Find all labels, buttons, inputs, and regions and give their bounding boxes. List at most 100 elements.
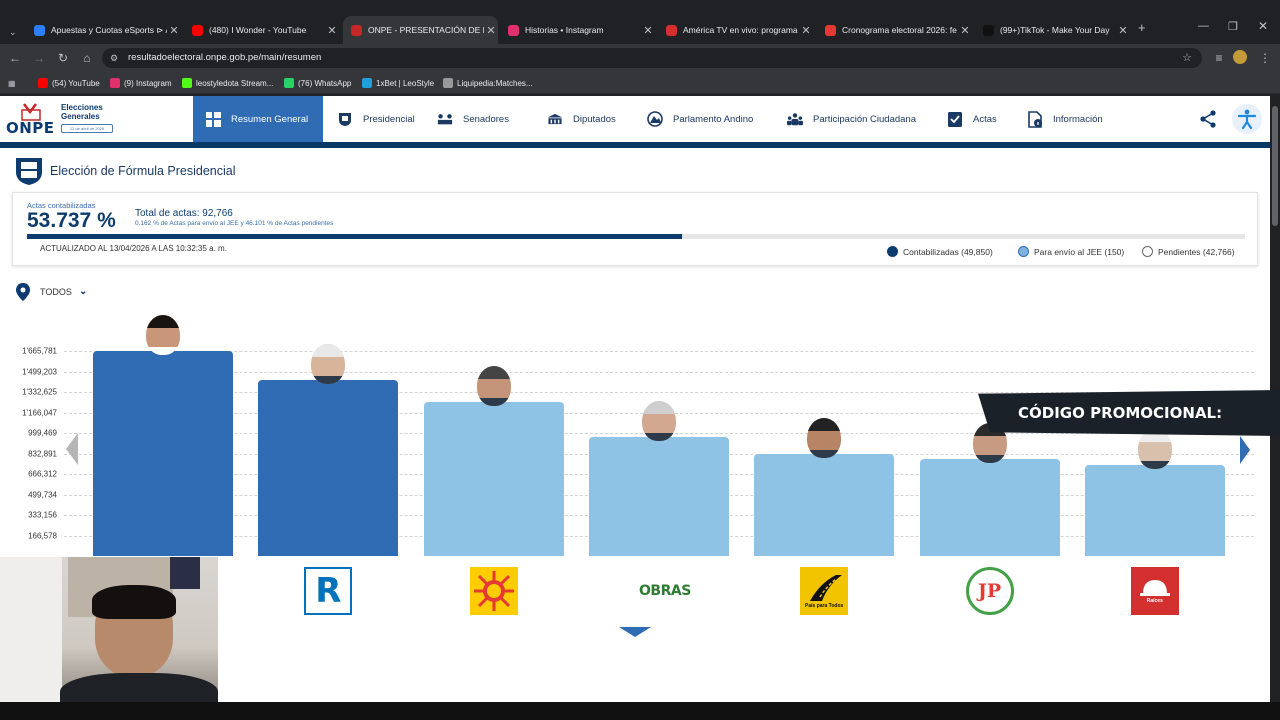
- updated-timestamp: ACTUALIZADO AL 13/04/2026 A LAS 10:32:35…: [40, 244, 227, 253]
- people-icon: [787, 112, 803, 126]
- renovacion-popular-logo[interactable]: R: [304, 567, 353, 615]
- bookmark-item[interactable]: (76) WhatsApp: [284, 76, 351, 90]
- bookmark-star-icon[interactable]: ☆: [1182, 48, 1192, 68]
- candidate-collar: [146, 347, 180, 355]
- close-window-button[interactable]: ✕: [1258, 19, 1268, 33]
- browser-tab[interactable]: Apuestas y Cuotas eSports ⊳ A ✕: [26, 18, 181, 42]
- candidate-bar[interactable]: [93, 351, 233, 556]
- candidate-bar[interactable]: [588, 436, 729, 556]
- media-icon[interactable]: ≡: [1210, 49, 1228, 67]
- nav-tab[interactable]: Parlamento Andino: [633, 96, 773, 142]
- candidate-bar[interactable]: [1084, 464, 1225, 556]
- accessibility-button[interactable]: [1232, 104, 1262, 134]
- share-icon[interactable]: [1199, 110, 1217, 128]
- obras-logo[interactable]: OBRAS: [635, 567, 695, 615]
- region-filter-label[interactable]: TODOS: [40, 287, 72, 297]
- sun-logo[interactable]: [469, 567, 518, 615]
- bookmark-label: Liquipedia:Matches...: [457, 78, 533, 88]
- helmet-logo[interactable]: Raíces: [1130, 567, 1179, 615]
- tab-title: Cronograma electoral 2026: fe: [842, 25, 957, 35]
- tab-close-icon[interactable]: ✕: [641, 24, 655, 37]
- profile-avatar[interactable]: [1233, 50, 1247, 64]
- browser-tab[interactable]: (99+)TikTok - Make Your Day ✕: [975, 18, 1130, 42]
- logo-letter: R: [315, 571, 342, 611]
- bookmark-item[interactable]: Liquipedia:Matches...: [443, 76, 533, 90]
- candidate-photo[interactable]: [146, 315, 180, 355]
- legend-label: Para envío al JEE (150): [1034, 246, 1125, 257]
- nav-tab[interactable]: Información: [1013, 96, 1133, 142]
- bookmark-item[interactable]: (9) Instagram: [110, 76, 172, 90]
- back-icon[interactable]: ←: [6, 49, 24, 67]
- helmet-icon: [1139, 580, 1170, 596]
- tab-title: Historias • Instagram: [525, 25, 604, 35]
- tab-close-icon[interactable]: ✕: [1116, 24, 1130, 37]
- candidate-bar[interactable]: [258, 380, 399, 556]
- reload-icon[interactable]: ↻: [54, 49, 72, 67]
- candidate-bar[interactable]: [754, 453, 895, 556]
- browser-tab[interactable]: Historias • Instagram ✕: [500, 18, 655, 42]
- chart-next-arrow-icon[interactable]: [1240, 436, 1250, 464]
- tab-search-button[interactable]: ⌄: [4, 20, 22, 44]
- tab-close-icon[interactable]: ✕: [799, 24, 813, 37]
- peru-shield-icon: [12, 154, 46, 186]
- url-input[interactable]: ⚙ resultadoelectoral.onpe.gob.pe/main/re…: [102, 48, 1202, 68]
- home-icon[interactable]: ⌂: [78, 49, 96, 67]
- tab-close-icon[interactable]: ✕: [484, 24, 498, 37]
- y-tick-label: 1'166,047: [22, 408, 57, 417]
- nav-tab[interactable]: Senadores: [423, 96, 533, 142]
- expand-down-icon[interactable]: [619, 626, 651, 638]
- chevron-down-icon[interactable]: ⌄: [79, 286, 87, 297]
- nav-tab[interactable]: Actas: [933, 96, 1013, 142]
- new-tab-button[interactable]: +: [1138, 20, 1146, 35]
- candidate-hair: [146, 315, 180, 328]
- gridline: [64, 351, 1254, 352]
- nav-tab[interactable]: Participación Ciudadana: [773, 96, 933, 142]
- candidate-hair: [807, 417, 842, 431]
- candidate-bar[interactable]: [919, 458, 1060, 556]
- tab-close-icon[interactable]: ✕: [325, 24, 339, 37]
- nav-tab-label: Actas: [973, 113, 997, 125]
- bookmark-item[interactable]: leostyledota Stream...: [182, 76, 273, 90]
- total-actas: Total de actas: 92,766: [135, 208, 233, 219]
- bookmark-item[interactable]: 1xBet | LeoStyle: [362, 76, 434, 90]
- jp-logo[interactable]: JP: [965, 567, 1014, 615]
- candidate-photo[interactable]: [311, 344, 346, 385]
- legend-item: Contabilizadas (49,850): [887, 246, 993, 257]
- candidate-photo[interactable]: [1137, 428, 1172, 469]
- shield-icon: [337, 112, 353, 126]
- browser-tab[interactable]: América TV en vivo: programa ✕: [658, 18, 813, 42]
- tab-close-icon[interactable]: ✕: [958, 24, 972, 37]
- tab-close-icon[interactable]: ✕: [167, 24, 181, 37]
- nav-tab[interactable]: Presidencial: [323, 96, 423, 142]
- maximize-button[interactable]: ❐: [1228, 20, 1238, 33]
- instagram-icon: [508, 24, 519, 36]
- bookmark-item[interactable]: (54) YouTube: [38, 76, 100, 90]
- nav-tab-label: Senadores: [463, 113, 509, 125]
- actas-progress-bar: [27, 234, 1245, 239]
- apps-grid-icon[interactable]: ▦: [8, 76, 16, 90]
- browser-tab[interactable]: (480) I Wonder - YouTube ✕: [184, 18, 339, 42]
- location-pin-icon[interactable]: [14, 282, 34, 302]
- browser-tab[interactable]: ONPE - PRESENTACIÓN DE RE ✕: [343, 16, 498, 44]
- nav-tab[interactable]: Resumen General: [193, 96, 323, 142]
- forward-icon[interactable]: →: [30, 49, 48, 67]
- candidate-photo[interactable]: [807, 417, 842, 458]
- candidate-photo[interactable]: [476, 366, 511, 407]
- candidate-bar[interactable]: [423, 402, 564, 556]
- candidate-photo[interactable]: [641, 400, 676, 441]
- nav-tab[interactable]: Diputados: [533, 96, 633, 142]
- chart-prev-arrow-icon[interactable]: [66, 433, 78, 465]
- gridline: [64, 371, 1254, 373]
- onpe-logo[interactable]: ONPE: [6, 100, 56, 138]
- road-logo[interactable]: País para Todos: [800, 567, 849, 615]
- tab-title: (99+)TikTok - Make Your Day: [1000, 25, 1110, 35]
- browser-tab[interactable]: Cronograma electoral 2026: fe ✕: [817, 18, 972, 42]
- site-info-icon[interactable]: ⚙: [110, 48, 118, 68]
- menu-icon[interactable]: ⋮: [1256, 49, 1274, 67]
- logo-text: Raíces: [1146, 598, 1163, 604]
- grid-icon: [205, 111, 221, 127]
- scrollbar-thumb[interactable]: [1272, 106, 1278, 226]
- y-tick-label: 1'332,625: [22, 387, 57, 397]
- actas-breakdown: 0.162 % de Actas para envío al JEE y 46.…: [135, 220, 334, 227]
- minimize-button[interactable]: —: [1198, 20, 1209, 32]
